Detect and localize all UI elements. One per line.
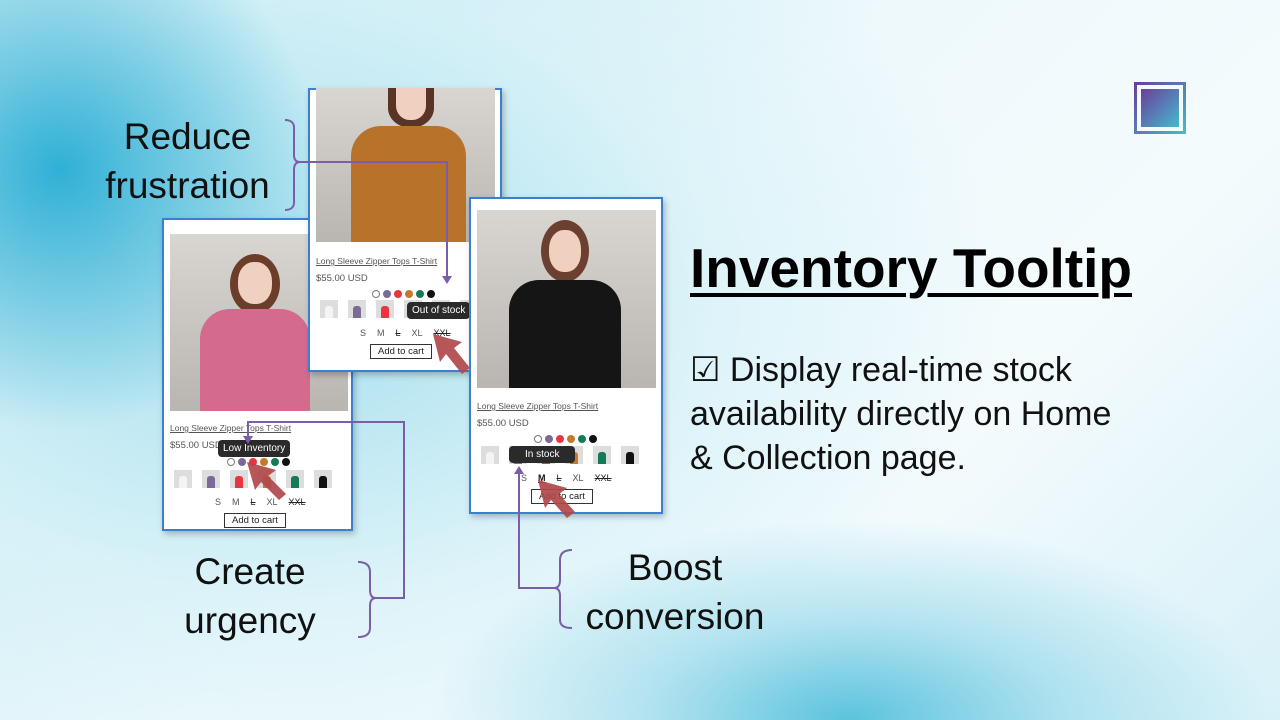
size-option-xxl[interactable]: XXL [595,473,612,483]
product-price: $55.00 USD [477,418,529,429]
annotation-reduce-frustration: Reduce frustration [85,112,290,210]
annotation-line: urgency [184,600,316,641]
description-line: & Collection page. [690,439,966,477]
variant-thumbnail[interactable] [202,470,220,488]
color-swatch[interactable] [416,290,424,298]
size-option-m[interactable]: M [232,497,240,507]
color-swatch[interactable] [405,290,413,298]
product-title-link[interactable]: Long Sleeve Zipper Tops T-Shirt [477,401,598,411]
annotation-line: conversion [585,596,765,637]
variant-thumbnail[interactable] [286,470,304,488]
size-option-l[interactable]: L [557,473,562,483]
app-logo-grid-icon [1134,82,1186,134]
size-option-s[interactable]: S [360,328,366,338]
variant-thumbnail[interactable] [174,470,192,488]
size-option-s[interactable]: S [215,497,221,507]
size-option-xxl[interactable]: XXL [289,497,306,507]
color-swatch[interactable] [227,458,235,466]
annotation-line: Boost [627,547,723,588]
size-option-l[interactable]: L [251,497,256,507]
size-option-s[interactable]: S [521,473,527,483]
size-option-m[interactable]: M [377,328,385,338]
size-option-xxl[interactable]: XXL [434,328,451,338]
product-price: $55.00 USD [170,440,222,451]
annotation-create-urgency: Create urgency [160,547,340,645]
color-swatch[interactable] [260,458,268,466]
variant-thumbnails[interactable] [174,470,332,488]
color-swatch[interactable] [372,290,380,298]
color-swatches[interactable] [227,458,290,466]
color-swatch[interactable] [534,435,542,443]
stock-tooltip: Low Inventory [218,440,291,457]
product-price: $55.00 USD [316,273,368,284]
variant-thumbnail[interactable] [314,470,332,488]
size-options[interactable]: S M L XL XXL [521,473,612,483]
add-to-cart-button[interactable]: Add to cart [370,344,432,359]
variant-thumbnail[interactable] [376,300,394,318]
color-swatch[interactable] [567,435,575,443]
size-option-xl[interactable]: XL [573,473,584,483]
variant-thumbnail[interactable] [593,446,611,464]
color-swatches[interactable] [372,290,435,298]
color-swatch[interactable] [589,435,597,443]
color-swatch[interactable] [238,458,246,466]
size-options[interactable]: S M L XL XXL [215,497,306,507]
color-swatches[interactable] [534,435,597,443]
color-swatch[interactable] [545,435,553,443]
size-option-xl[interactable]: XL [267,497,278,507]
stock-tooltip: In stock [509,446,576,463]
product-card-black[interactable]: Long Sleeve Zipper Tops T-Shirt $55.00 U… [469,197,663,514]
product-photo[interactable] [477,210,656,388]
variant-thumbnail[interactable] [230,470,248,488]
variant-thumbnail[interactable] [258,470,276,488]
variant-thumbnail[interactable] [481,446,499,464]
size-option-m[interactable]: M [538,473,546,483]
size-options[interactable]: S M L XL XXL [360,328,451,338]
variant-thumbnail[interactable] [320,300,338,318]
annotation-line: Create [194,551,306,592]
add-to-cart-button[interactable]: Add to cart [224,513,286,528]
annotation-line: Reduce [123,116,252,157]
annotation-line: frustration [105,165,270,206]
add-to-cart-button[interactable]: Add to cart [531,489,593,504]
color-swatch[interactable] [578,435,586,443]
size-option-l[interactable]: L [396,328,401,338]
size-option-xl[interactable]: XL [412,328,423,338]
color-swatch[interactable] [394,290,402,298]
color-swatch[interactable] [249,458,257,466]
color-swatch[interactable] [383,290,391,298]
headline: Inventory Tooltip [690,237,1133,299]
color-swatch[interactable] [427,290,435,298]
description-line: ☑ Display real-time stock [690,351,1072,389]
product-title-link[interactable]: Long Sleeve Zipper Tops T-Shirt [170,423,291,433]
color-swatch[interactable] [282,458,290,466]
variant-thumbnail[interactable] [348,300,366,318]
feature-description: ☑ Display real-time stock availability d… [690,348,1111,480]
product-title-link[interactable]: Long Sleeve Zipper Tops T-Shirt [316,256,437,266]
color-swatch[interactable] [271,458,279,466]
annotation-boost-conversion: Boost conversion [565,543,785,641]
variant-thumbnail[interactable] [621,446,639,464]
description-line: availability directly on Home [690,395,1112,433]
color-swatch[interactable] [556,435,564,443]
stock-tooltip: Out of stock [407,302,471,319]
